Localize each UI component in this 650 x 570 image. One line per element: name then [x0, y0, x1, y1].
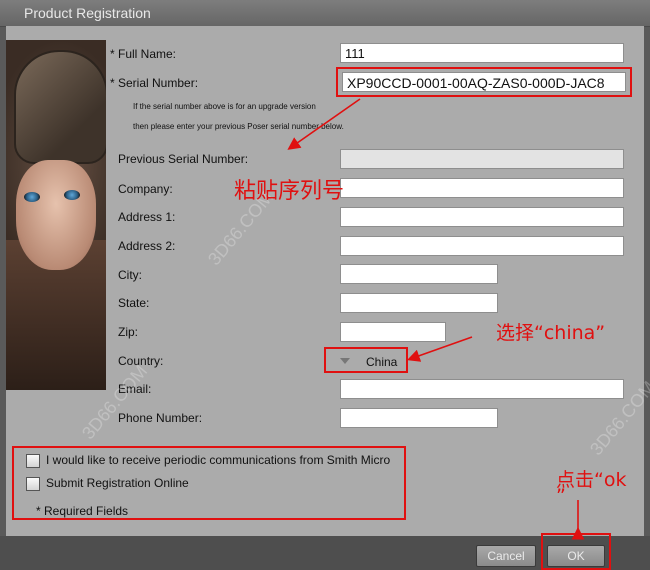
annotation-click-ok-close: ” [556, 485, 566, 507]
annotation-paste-serial: 粘贴序列号 [234, 179, 345, 204]
annotation-arrows [287, 98, 585, 540]
arrow-to-serial [287, 98, 361, 150]
annotation-click-ok: 点击“ok [556, 469, 627, 491]
annotation-select-china: 选择“china” [496, 322, 606, 344]
arrow-to-country [406, 336, 473, 362]
